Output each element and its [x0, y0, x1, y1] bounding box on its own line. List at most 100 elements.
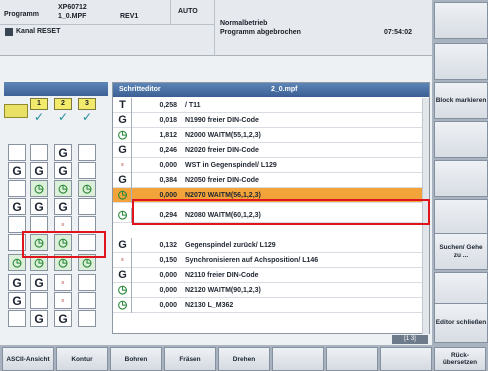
softkey-right-7[interactable]: Suchen/ Gehe zu ...: [434, 233, 488, 270]
step-cell[interactable]: [30, 292, 48, 309]
editor-row[interactable]: ◷ 0,000 N2130 L_M362: [113, 298, 423, 313]
step-time: 0,258: [159, 102, 177, 109]
softkey-right-1[interactable]: [434, 2, 488, 39]
step-cell[interactable]: [30, 144, 48, 161]
step-cell[interactable]: [8, 310, 26, 327]
step-time: 0,000: [159, 272, 177, 279]
tree-line: [131, 188, 139, 203]
g-code-icon: G: [118, 114, 127, 126]
softkey-bottom-5[interactable]: Drehen: [218, 347, 270, 371]
softkey-right-2[interactable]: [434, 43, 488, 80]
clock-icon: ◷: [117, 129, 128, 141]
editor-row[interactable]: G 0,384 N2050 freier DIN-Code: [113, 173, 423, 188]
page-indicator: [1 3]: [392, 335, 428, 344]
softkey-bottom-1[interactable]: ASCII-Ansicht: [2, 347, 54, 371]
tree-line: [131, 173, 139, 188]
editor-row-selected[interactable]: ◷ 0,000 N2070 WAITM(56,1,2,3): [113, 188, 423, 203]
step-cell[interactable]: [78, 234, 96, 251]
editor-row[interactable]: G 0,132 Gegenspindel zurück/ L129: [113, 238, 423, 253]
g-code-icon: G: [118, 269, 127, 281]
softkey-bottom-2[interactable]: Kontur: [56, 347, 108, 371]
editor-row[interactable]: ◷ 0,000 N2120 WAITM(90,1,2,3): [113, 283, 423, 298]
checkmark-icon: ✓: [33, 110, 45, 124]
channel-panel-header: [4, 82, 108, 96]
clock-icon[interactable]: ◷: [54, 234, 72, 251]
editor-row[interactable]: G 0,246 N2020 freier DIN-Code: [113, 143, 423, 158]
clock-icon: ◷: [117, 284, 128, 296]
g-code-icon[interactable]: G: [30, 274, 48, 291]
softkey-bottom-8[interactable]: [380, 347, 432, 371]
tree-line: [131, 143, 139, 158]
tool-icon: T: [119, 99, 126, 111]
step-editor: Schritteditor 2_0.mpf T 0,258 / T11 G 0,018 N…: [112, 82, 430, 334]
step-cell[interactable]: [8, 216, 26, 233]
g-code-icon[interactable]: G: [54, 162, 72, 179]
clock-icon[interactable]: ◷: [54, 180, 72, 197]
clock-icon[interactable]: ◷: [54, 254, 72, 271]
clock-icon[interactable]: ◷: [30, 254, 48, 271]
editor-row[interactable]: ≡ 0,150 Synchronisieren auf Achsposition/ …: [113, 253, 423, 268]
step-text: N2110 freier DIN-Code: [185, 272, 259, 279]
header-divider: [0, 24, 214, 25]
clock-icon[interactable]: ◷: [30, 180, 48, 197]
tree-line: [131, 98, 139, 113]
softkey-right-9[interactable]: Editor schließen: [434, 303, 488, 343]
softkey-bottom-3[interactable]: Bohren: [110, 347, 162, 371]
g-code-icon[interactable]: G: [30, 310, 48, 327]
g-code-icon[interactable]: G: [8, 162, 26, 179]
cycle-icon[interactable]: ≡: [54, 292, 72, 309]
cycle-icon[interactable]: ≡: [54, 274, 72, 291]
step-cell[interactable]: [78, 292, 96, 309]
editor-row[interactable]: ◷ 0,294 N2080 WAITM(60,1,2,3): [113, 208, 423, 223]
step-text: N2070 WAITM(56,1,2,3): [185, 192, 261, 199]
editor-scrollbar[interactable]: [422, 98, 429, 334]
status-header: Programm XP60712 1_0.MPF REV1 AUTO Kanal…: [0, 0, 432, 56]
step-cell[interactable]: [78, 274, 96, 291]
softkey-right-4[interactable]: [434, 121, 488, 158]
editor-row[interactable]: G 0,018 N1990 freier DIN-Code: [113, 113, 423, 128]
clock-icon: ◷: [117, 209, 128, 221]
step-cell[interactable]: [78, 310, 96, 327]
editor-row[interactable]: ◷ 1,812 N2000 WAITM(55,1,2,3): [113, 128, 423, 143]
step-cell[interactable]: [30, 216, 48, 233]
g-code-icon[interactable]: G: [54, 310, 72, 327]
softkey-bottom-4[interactable]: Fräsen: [164, 347, 216, 371]
step-time: 0,150: [159, 257, 177, 264]
step-cell[interactable]: [78, 216, 96, 233]
softkey-right-3[interactable]: Block markieren: [434, 82, 488, 119]
g-code-icon[interactable]: G: [8, 292, 26, 309]
editor-row[interactable]: G 0,000 N2110 freier DIN-Code: [113, 268, 423, 283]
softkey-bottom-7[interactable]: [326, 347, 378, 371]
softkey-bottom-6[interactable]: [272, 347, 324, 371]
g-code-icon[interactable]: G: [30, 198, 48, 215]
step-cell[interactable]: [78, 198, 96, 215]
softkey-right-5[interactable]: [434, 160, 488, 197]
softkey-right-6[interactable]: [434, 199, 488, 236]
step-text: N2130 L_M362: [185, 302, 234, 309]
clock-icon[interactable]: ◷: [30, 234, 48, 251]
step-cell[interactable]: [8, 180, 26, 197]
tree-line: [131, 113, 139, 128]
step-text: N2120 WAITM(90,1,2,3): [185, 287, 261, 294]
channel-status: Kanal RESET: [5, 28, 60, 36]
softkey-bottom-9[interactable]: Rück-übersetzen: [434, 347, 486, 371]
program-message: Programm abgebrochen: [220, 29, 301, 36]
g-code-icon[interactable]: G: [54, 144, 72, 161]
clock-icon[interactable]: ◷: [8, 254, 26, 271]
editor-row[interactable]: ≡ 0,000 WST in Gegenspindel/ L129: [113, 158, 423, 173]
step-cell[interactable]: [78, 144, 96, 161]
step-cell[interactable]: [8, 144, 26, 161]
g-code-icon[interactable]: G: [30, 162, 48, 179]
cycle-icon[interactable]: ≡: [54, 216, 72, 233]
g-code-icon[interactable]: G: [54, 198, 72, 215]
g-code-icon[interactable]: G: [8, 274, 26, 291]
step-cell[interactable]: [8, 234, 26, 251]
program-label: Programm: [4, 11, 40, 18]
clock-icon[interactable]: ◷: [78, 254, 96, 271]
clock-time: 07:54:02: [384, 29, 413, 36]
step-cell[interactable]: [78, 162, 96, 179]
editor-row[interactable]: T 0,258 / T11: [113, 98, 423, 113]
g-code-icon[interactable]: G: [8, 198, 26, 215]
step-time: 0,000: [159, 162, 177, 169]
clock-icon[interactable]: ◷: [78, 180, 96, 197]
